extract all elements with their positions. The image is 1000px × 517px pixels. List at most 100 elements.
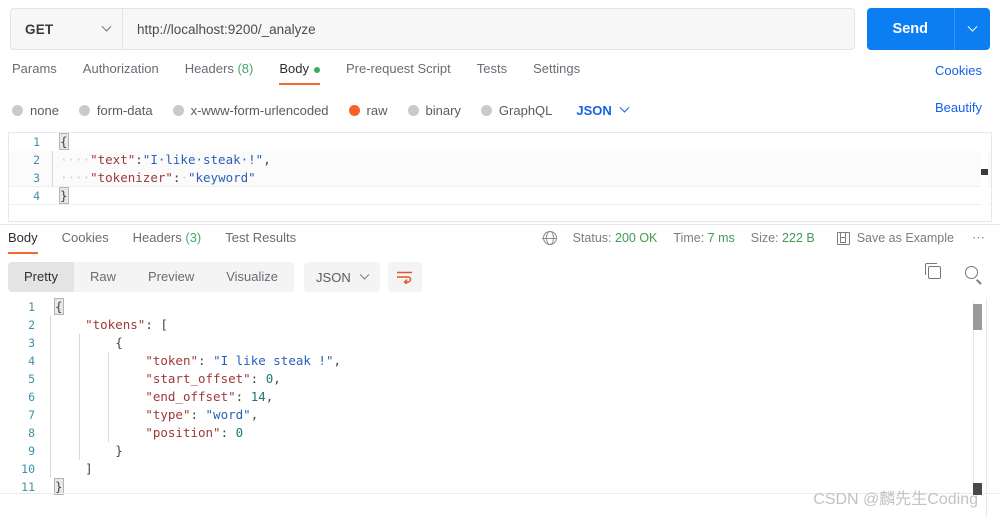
- radio-selected-icon: [348, 104, 360, 116]
- response-format-dropdown[interactable]: JSON: [304, 262, 380, 292]
- response-body-viewer[interactable]: 1 { 2 "tokens": [ 3 { 4 "token": "I like…: [0, 298, 1000, 517]
- body-type-label: none: [30, 102, 59, 118]
- code-line: 4 }: [9, 187, 991, 205]
- code-line: 5 "start_offset": 0,: [0, 370, 1000, 388]
- tab-label: Params: [12, 61, 57, 76]
- code-line: 6 "end_offset": 14,: [0, 388, 1000, 406]
- chevron-down-icon: [101, 21, 112, 32]
- raw-format-dropdown[interactable]: JSON: [576, 102, 630, 118]
- line-number: 2: [33, 153, 40, 167]
- view-visualize[interactable]: Visualize: [210, 262, 294, 292]
- wrap-lines-button[interactable]: [387, 262, 422, 292]
- headers-count: (8): [237, 61, 254, 76]
- globe-icon: [542, 231, 557, 245]
- radio-icon: [78, 104, 90, 116]
- view-raw[interactable]: Raw: [74, 262, 132, 292]
- url-input[interactable]: http://localhost:9200/_analyze: [122, 8, 855, 50]
- tab-label: Test Results: [225, 230, 297, 245]
- radio-icon: [12, 104, 23, 116]
- cookies-link[interactable]: Cookies: [935, 63, 982, 78]
- response-tab-headers[interactable]: Headers (3): [133, 228, 202, 254]
- body-type-urlencoded[interactable]: x-www-form-urlencoded: [172, 102, 329, 118]
- code-line: 3 {: [0, 334, 1000, 352]
- line-number: 2: [28, 318, 35, 332]
- line-content: ····"text":"I·like·steak·!",: [51, 151, 991, 169]
- chevron-down-icon: [359, 269, 370, 280]
- line-number: 3: [28, 336, 35, 350]
- tab-tests[interactable]: Tests: [477, 58, 507, 85]
- response-format-label: JSON: [316, 269, 351, 285]
- response-view-segment: Pretty Raw Preview Visualize: [8, 262, 295, 292]
- status-label: Status:: [572, 231, 612, 245]
- tab-pre-request-script[interactable]: Pre-request Script: [346, 58, 451, 85]
- line-content: {: [51, 133, 991, 151]
- brace-token: }: [59, 187, 69, 204]
- body-type-graphql[interactable]: GraphQL: [480, 102, 553, 118]
- tab-body[interactable]: Body: [279, 58, 320, 85]
- search-icon[interactable]: [965, 266, 978, 279]
- status-item: Status: 200 OK: [573, 231, 658, 245]
- code-line: 2 "tokens": [: [0, 316, 1000, 334]
- code-line: 9 }: [0, 442, 1000, 460]
- more-options-button[interactable]: ⋯: [972, 230, 986, 246]
- request-body-editor[interactable]: 1 { 2 ····"text":"I·like·steak·!", 3 ···…: [8, 132, 992, 222]
- tab-label: Tests: [476, 61, 508, 76]
- body-type-label: binary: [425, 102, 461, 118]
- line-content: }: [46, 442, 1000, 460]
- line-number: 9: [28, 444, 35, 458]
- save-icon: [836, 231, 850, 245]
- save-as-example-button[interactable]: Save as Example: [836, 231, 954, 245]
- tab-label: Cookies: [61, 230, 109, 245]
- code-line: 2 ····"text":"I·like·steak·!",: [9, 151, 991, 169]
- response-bottom-rule: [0, 493, 1000, 494]
- send-options-button[interactable]: [954, 8, 990, 50]
- body-type-binary[interactable]: binary: [407, 102, 461, 118]
- line-content: }: [51, 187, 991, 205]
- line-content: "tokens": [: [46, 316, 1000, 334]
- tab-headers[interactable]: Headers (8): [185, 58, 254, 85]
- response-scrollbar-thumb-secondary[interactable]: [973, 483, 982, 495]
- view-preview[interactable]: Preview: [132, 262, 210, 292]
- request-editor-scrollbar[interactable]: [981, 135, 988, 221]
- body-type-label: x-www-form-urlencoded: [190, 102, 329, 118]
- line-number: 4: [28, 354, 35, 368]
- tab-authorization[interactable]: Authorization: [83, 58, 159, 85]
- response-tools: [925, 263, 978, 279]
- send-button[interactable]: Send: [866, 8, 954, 50]
- code-line: 4 "token": "I like steak !",: [0, 352, 1000, 370]
- body-type-label: form-data: [96, 102, 153, 118]
- response-tab-body[interactable]: Body: [8, 228, 38, 254]
- wrap-text-icon: [397, 271, 413, 284]
- response-scrollbar-thumb[interactable]: [973, 304, 982, 330]
- line-number: 8: [28, 426, 35, 440]
- size-value: 222 B: [782, 231, 815, 245]
- line-content: "position": 0: [46, 424, 1000, 442]
- body-type-form-data[interactable]: form-data: [78, 102, 153, 118]
- body-type-raw[interactable]: raw: [348, 103, 388, 118]
- line-content: "token": "I like steak !",: [46, 352, 1000, 370]
- view-pretty[interactable]: Pretty: [8, 262, 74, 292]
- response-right-edge: [986, 298, 987, 517]
- request-editor-scrollbar-thumb[interactable]: [981, 169, 988, 175]
- tab-label: Headers: [184, 61, 234, 76]
- http-method-dropdown[interactable]: GET: [10, 8, 122, 50]
- response-view-toolbar: Pretty Raw Preview Visualize JSON: [8, 262, 422, 292]
- tab-params[interactable]: Params: [12, 58, 57, 85]
- line-number: 3: [33, 171, 40, 185]
- response-tab-test-results[interactable]: Test Results: [225, 228, 296, 254]
- http-method-label: GET: [25, 21, 54, 37]
- response-tab-cookies[interactable]: Cookies: [62, 228, 109, 254]
- body-type-none[interactable]: none: [12, 103, 59, 118]
- url-value: http://localhost:9200/_analyze: [137, 21, 316, 37]
- response-scrollbar-track[interactable]: [973, 302, 982, 491]
- body-type-label: GraphQL: [498, 102, 553, 118]
- line-content: ]: [46, 460, 1000, 478]
- line-content: {: [46, 334, 1000, 352]
- code-line: 7 "type": "word",: [0, 406, 1000, 424]
- copy-icon[interactable]: [925, 263, 941, 279]
- size-item: Size: 222 B: [751, 231, 815, 245]
- line-content: "end_offset": 14,: [46, 388, 1000, 406]
- code-line: 8 "position": 0: [0, 424, 1000, 442]
- line-content: {: [54, 298, 64, 315]
- tab-settings[interactable]: Settings: [533, 58, 580, 85]
